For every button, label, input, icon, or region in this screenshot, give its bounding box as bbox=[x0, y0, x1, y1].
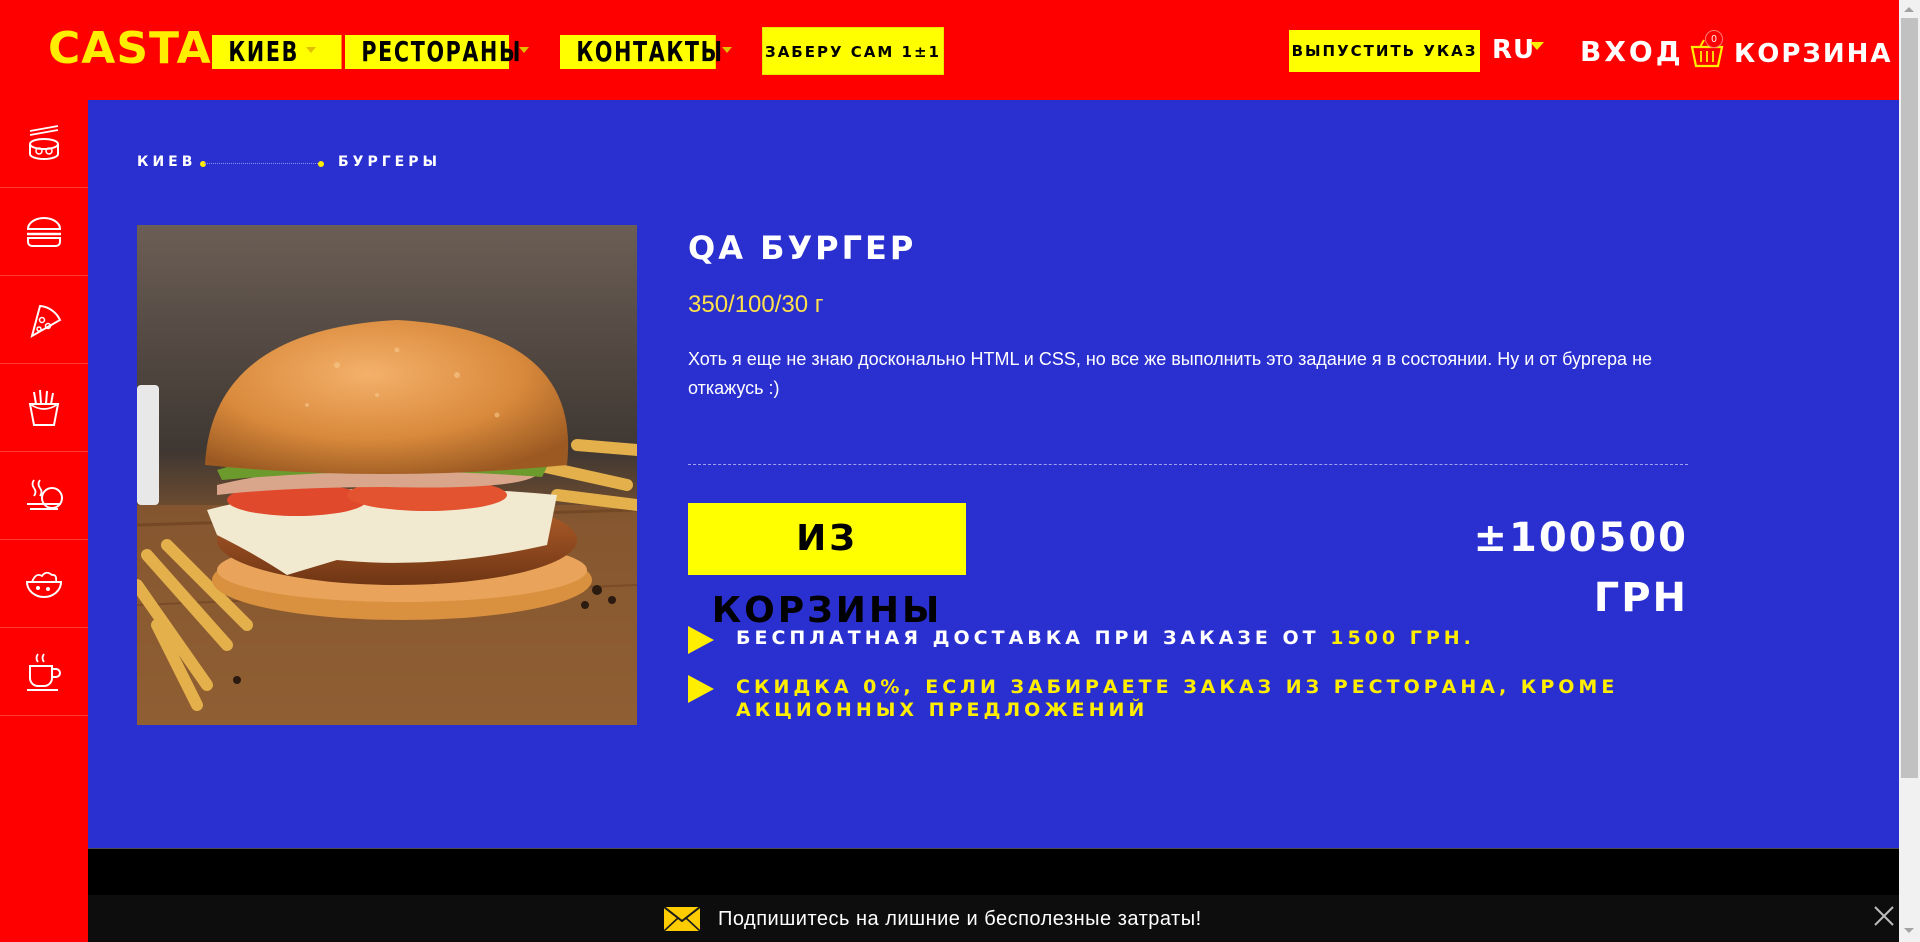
remove-from-cart-button[interactable]: ИЗ КОРЗИНЫ bbox=[688, 503, 966, 631]
header: CASTA КИЕВ РЕСТОРАНЫ КОНТАКТЫ ЗАБЕРУ САМ… bbox=[0, 0, 1899, 100]
burger-icon bbox=[26, 216, 62, 247]
login-link[interactable]: ВХОД bbox=[1580, 32, 1684, 72]
nav-restaurants[interactable]: РЕСТОРАНЫ bbox=[345, 35, 520, 69]
sidebar-item-pizza[interactable] bbox=[0, 276, 88, 364]
pickup-button[interactable]: ЗАБЕРУ САМ 1±1 bbox=[762, 27, 944, 75]
product-title: QA БУРГЕР bbox=[688, 229, 917, 267]
product-price: ±100500 ГРН bbox=[1473, 515, 1688, 621]
sidebar-item-fries[interactable] bbox=[0, 364, 88, 452]
hot-dish-icon bbox=[27, 478, 63, 510]
play-arrow-icon bbox=[688, 626, 714, 654]
chevron-down-icon bbox=[722, 47, 732, 53]
breadcrumb-current: БУРГЕРЫ bbox=[338, 154, 441, 170]
sidebar-item-salads[interactable] bbox=[0, 540, 88, 628]
salad-bowl-icon bbox=[25, 571, 63, 598]
divider bbox=[688, 464, 1688, 465]
chevron-down-icon bbox=[1530, 42, 1544, 50]
free-delivery-note: БЕСПЛАТНАЯ ДОСТАВКА ПРИ ЗАКАЗЕ ОТ 1500 Г… bbox=[736, 627, 1475, 650]
product-description: Хоть я еще не знаю досконально HTML и CS… bbox=[688, 349, 1653, 398]
free-delivery-amount: 1500 ГРН. bbox=[1330, 627, 1475, 649]
scrollbar-thumb[interactable] bbox=[1901, 18, 1918, 778]
nav-restaurants-label: РЕСТОРАНЫ bbox=[361, 35, 523, 68]
page: CASTA КИЕВ РЕСТОРАНЫ КОНТАКТЫ ЗАБЕРУ САМ… bbox=[0, 0, 1899, 942]
logo[interactable]: CASTA bbox=[48, 22, 212, 76]
release-decree-button[interactable]: ВЫПУСТИТЬ УКАЗ bbox=[1289, 30, 1480, 72]
sidebar-item-sushi[interactable] bbox=[0, 100, 88, 188]
pizza-icon bbox=[30, 304, 62, 338]
free-delivery-text: БЕСПЛАТНАЯ ДОСТАВКА ПРИ ЗАКАЗЕ ОТ bbox=[736, 627, 1331, 649]
scroll-up-arrow-icon[interactable] bbox=[1904, 7, 1914, 12]
nav-city-label: КИЕВ bbox=[228, 35, 299, 68]
play-arrow-icon bbox=[688, 675, 714, 703]
breadcrumb-city[interactable]: КИЕВ bbox=[137, 154, 196, 170]
nav-contacts-label: КОНТАКТЫ bbox=[576, 35, 724, 68]
sidebar-item-hot-dishes[interactable] bbox=[0, 452, 88, 540]
nav-contacts[interactable]: КОНТАКТЫ bbox=[560, 35, 722, 69]
pickup-discount-note: СКИДКА 0%, ЕСЛИ ЗАБИРАЕТЕ ЗАКАЗ ИЗ РЕСТО… bbox=[736, 676, 1619, 721]
language-selector[interactable]: RU bbox=[1492, 33, 1535, 67]
fries-icon bbox=[28, 389, 60, 426]
sidebar-item-drinks[interactable] bbox=[0, 628, 88, 716]
sidebar-filler bbox=[0, 716, 88, 942]
sushi-icon bbox=[29, 124, 59, 160]
chevron-down-icon bbox=[519, 47, 529, 53]
category-sidebar bbox=[0, 100, 88, 942]
cart-link[interactable]: КОРЗИНА bbox=[1734, 36, 1893, 72]
breadcrumb-dot bbox=[200, 161, 206, 167]
nav-city[interactable]: КИЕВ bbox=[212, 35, 342, 69]
cart-count-badge: 0 bbox=[1705, 30, 1723, 48]
breadcrumb-separator bbox=[204, 163, 322, 164]
page-scrollbar[interactable] bbox=[1899, 0, 1920, 942]
product-weight: 350/100/30 г bbox=[688, 291, 824, 318]
subscribe-message[interactable]: Подпишитесь на лишние и бесполезные затр… bbox=[718, 906, 1202, 932]
chevron-down-icon bbox=[306, 47, 316, 53]
product-section: КИЕВ БУРГЕРЫ QA БУРГЕР 350/100/30 г Хоть… bbox=[88, 100, 1899, 848]
close-icon[interactable] bbox=[1872, 904, 1896, 928]
scroll-down-arrow-icon[interactable] bbox=[1904, 928, 1914, 933]
sidebar-item-burgers[interactable] bbox=[0, 188, 88, 276]
burger-photo bbox=[137, 225, 637, 725]
coffee-cup-icon bbox=[27, 652, 61, 691]
product-image bbox=[137, 225, 637, 725]
breadcrumb-dot bbox=[318, 161, 324, 167]
envelope-icon bbox=[664, 907, 700, 931]
